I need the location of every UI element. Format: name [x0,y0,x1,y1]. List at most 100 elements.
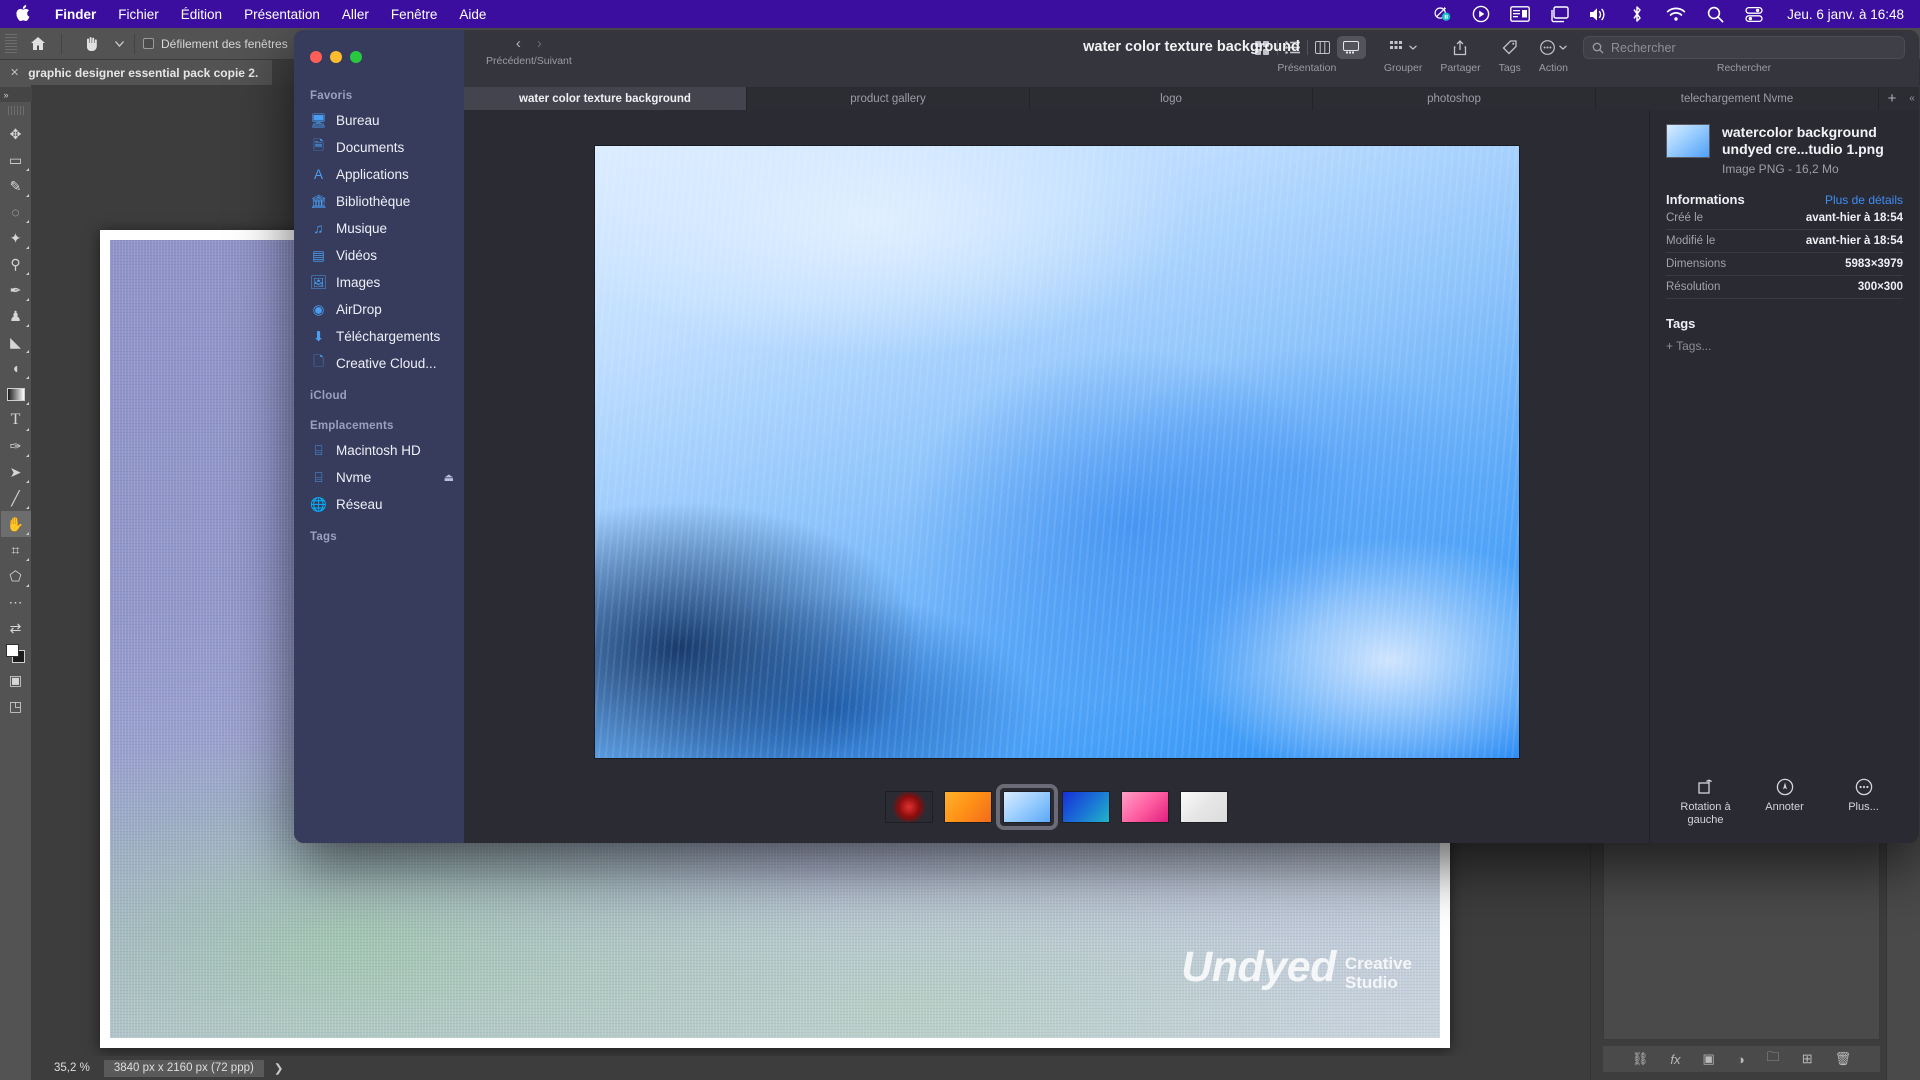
maximize-button[interactable] [350,51,362,63]
blur-tool[interactable]: ◖ [1,355,31,381]
thumbnail-lightblue-watercolor[interactable] [996,784,1058,830]
icon-view-icon[interactable] [1248,36,1277,59]
finder-tab-product-gallery[interactable]: product gallery [747,87,1030,110]
search-input[interactable]: Rechercher [1583,36,1905,59]
eyedropper-tool[interactable]: ⚲ [1,251,31,277]
sidebar-item-macintosh-hd[interactable]: ⌸ Macintosh HD [294,437,464,464]
tags-button[interactable]: Tags [1490,36,1530,74]
tab-overflow-icon[interactable]: « [1905,87,1919,110]
rotate-left-button[interactable]: Rotation à gauche [1668,778,1744,827]
search-icon[interactable] [1705,4,1725,24]
finder-tab-telechargement-nvme[interactable]: telechargement Nvme [1596,87,1879,110]
layer-mask-icon[interactable]: ▣ [1703,1051,1715,1067]
menu-item-aide[interactable]: Aide [448,7,497,22]
sidebar-item-biblioth-que[interactable]: 🏛 Bibliothèque [294,188,464,215]
wifi-icon[interactable] [1666,4,1686,24]
toolbar-grip[interactable] [7,106,24,115]
menu-item-aller[interactable]: Aller [331,7,380,22]
new-group-icon[interactable]: 🗀 [1767,1048,1780,1070]
finder-tab-water-color-texture-background[interactable]: water color texture background [464,87,747,110]
sidebar-item-musique[interactable]: ♫ Musique [294,215,464,242]
hand-tool-icon[interactable] [76,32,106,56]
sidebar-item-airdrop[interactable]: ◉ AirDrop [294,296,464,323]
action-icon[interactable] [1540,36,1567,59]
more-tools-icon[interactable]: ⋯ [1,589,31,615]
sidebar-item-vid-os[interactable]: ▤ Vidéos [294,242,464,269]
type-tool[interactable]: T [1,407,31,433]
menu-item-prsentation[interactable]: Présentation [233,7,331,22]
close-button[interactable] [310,51,322,63]
sidebar-item-documents[interactable]: 🗎 Documents [294,134,464,161]
new-layer-icon[interactable]: ⊞ [1802,1051,1813,1067]
add-tags-button[interactable]: + Tags... [1666,339,1903,353]
thumbnail-strip[interactable] [464,779,1649,843]
menu-item-dition[interactable]: Édition [170,7,233,22]
delete-layer-icon[interactable]: 🗑 [1835,1051,1852,1067]
more-details-link[interactable]: Plus de détails [1825,193,1903,207]
path-selection-tool[interactable]: ➤ [1,459,31,485]
action-button[interactable]: Action [1530,36,1577,74]
link-layers-icon[interactable]: ⛓ [1632,1051,1649,1067]
column-view-icon[interactable] [1308,36,1337,59]
group-icon[interactable] [1389,36,1417,59]
screen-mode-icon[interactable]: ◳ [1,693,31,719]
thumbnail-pink-texture[interactable] [1121,791,1169,823]
mission-control-icon[interactable] [1549,4,1569,24]
finder-window[interactable]: Favoris 🖥 Bureau 🗎 Documents A Applications 🏛 B… [294,30,1919,843]
news-icon[interactable] [1510,4,1531,24]
apple-logo-icon[interactable] [0,4,44,24]
color-swatches[interactable] [1,641,31,667]
move-tool[interactable]: ✥ [1,121,31,147]
thumbnail-orange-texture[interactable] [944,791,992,823]
line-tool[interactable]: ╱ [1,485,31,511]
finder-tab-photoshop[interactable]: photoshop [1313,87,1596,110]
share-button[interactable]: Partager [1431,36,1489,74]
new-tab-button[interactable]: + [1879,87,1905,110]
screen-record-pause-icon[interactable] [1432,4,1452,24]
menu-item-finder[interactable]: Finder [44,7,107,22]
minimize-button[interactable] [330,51,342,63]
sidebar-item-r-seau[interactable]: 🌐 Réseau [294,491,464,518]
adjustment-layer-icon[interactable]: ◑ [1737,1052,1745,1067]
quick-selection-tool[interactable]: ◌ [1,199,31,225]
clone-stamp-tool[interactable]: ♟ [1,303,31,329]
scroll-windows-checkbox[interactable] [143,38,154,49]
photoshop-document-tab[interactable]: ✕ graphic designer essential pack copie … [0,60,273,85]
share-icon[interactable] [1453,36,1467,59]
quick-mask-icon[interactable]: ▣ [1,667,31,693]
swap-colors-icon[interactable]: ⇄ [1,615,31,641]
rectangular-marquee-tool[interactable]: ▭ [1,147,31,173]
control-center-icon[interactable] [1744,4,1764,24]
sidebar-item-t-l-chargements[interactable]: ⬇ Téléchargements [294,323,464,350]
group-button[interactable]: Grouper [1375,36,1432,74]
spot-healing-brush-tool[interactable]: ✒ [1,277,31,303]
eraser-tool[interactable]: ◣ [1,329,31,355]
magic-wand-tool[interactable]: ✦ [1,225,31,251]
annotate-button[interactable]: Annoter [1747,778,1823,827]
back-button[interactable]: ‹ [516,36,521,52]
volume-icon[interactable] [1588,4,1608,24]
thumbnail-red-splash[interactable] [885,791,933,823]
pen-tool[interactable]: ✑ [1,433,31,459]
gradient-tool[interactable] [1,381,31,407]
lasso-tool[interactable]: ✎ [1,173,31,199]
eject-icon[interactable]: ⏏ [444,471,454,484]
sidebar-item-nvme[interactable]: ⌸ Nvme ⏏ [294,464,464,491]
more-button[interactable]: Plus... [1826,778,1902,827]
preview-area[interactable] [464,110,1649,779]
expand-toolbar-icon[interactable]: » [0,87,32,102]
thumbnail-white-paper[interactable] [1180,791,1228,823]
tag-icon[interactable] [1502,36,1518,59]
menubar-clock[interactable]: Jeu. 6 janv. à 16:48 [1783,7,1904,22]
hand-tool[interactable]: ✋ [0,511,31,537]
play-circle-icon[interactable] [1471,4,1491,24]
chevron-down-icon[interactable] [112,32,126,56]
thumbnail-darkblue-texture[interactable] [1062,791,1110,823]
list-view-icon[interactable] [1278,36,1307,59]
finder-tab-logo[interactable]: logo [1030,87,1313,110]
home-icon[interactable] [23,32,53,56]
crop-tool[interactable]: ⌗ [1,537,31,563]
sidebar-item-bureau[interactable]: 🖥 Bureau [294,107,464,134]
menu-item-fichier[interactable]: Fichier [107,7,170,22]
shape-tool[interactable]: ⬠ [1,563,31,589]
